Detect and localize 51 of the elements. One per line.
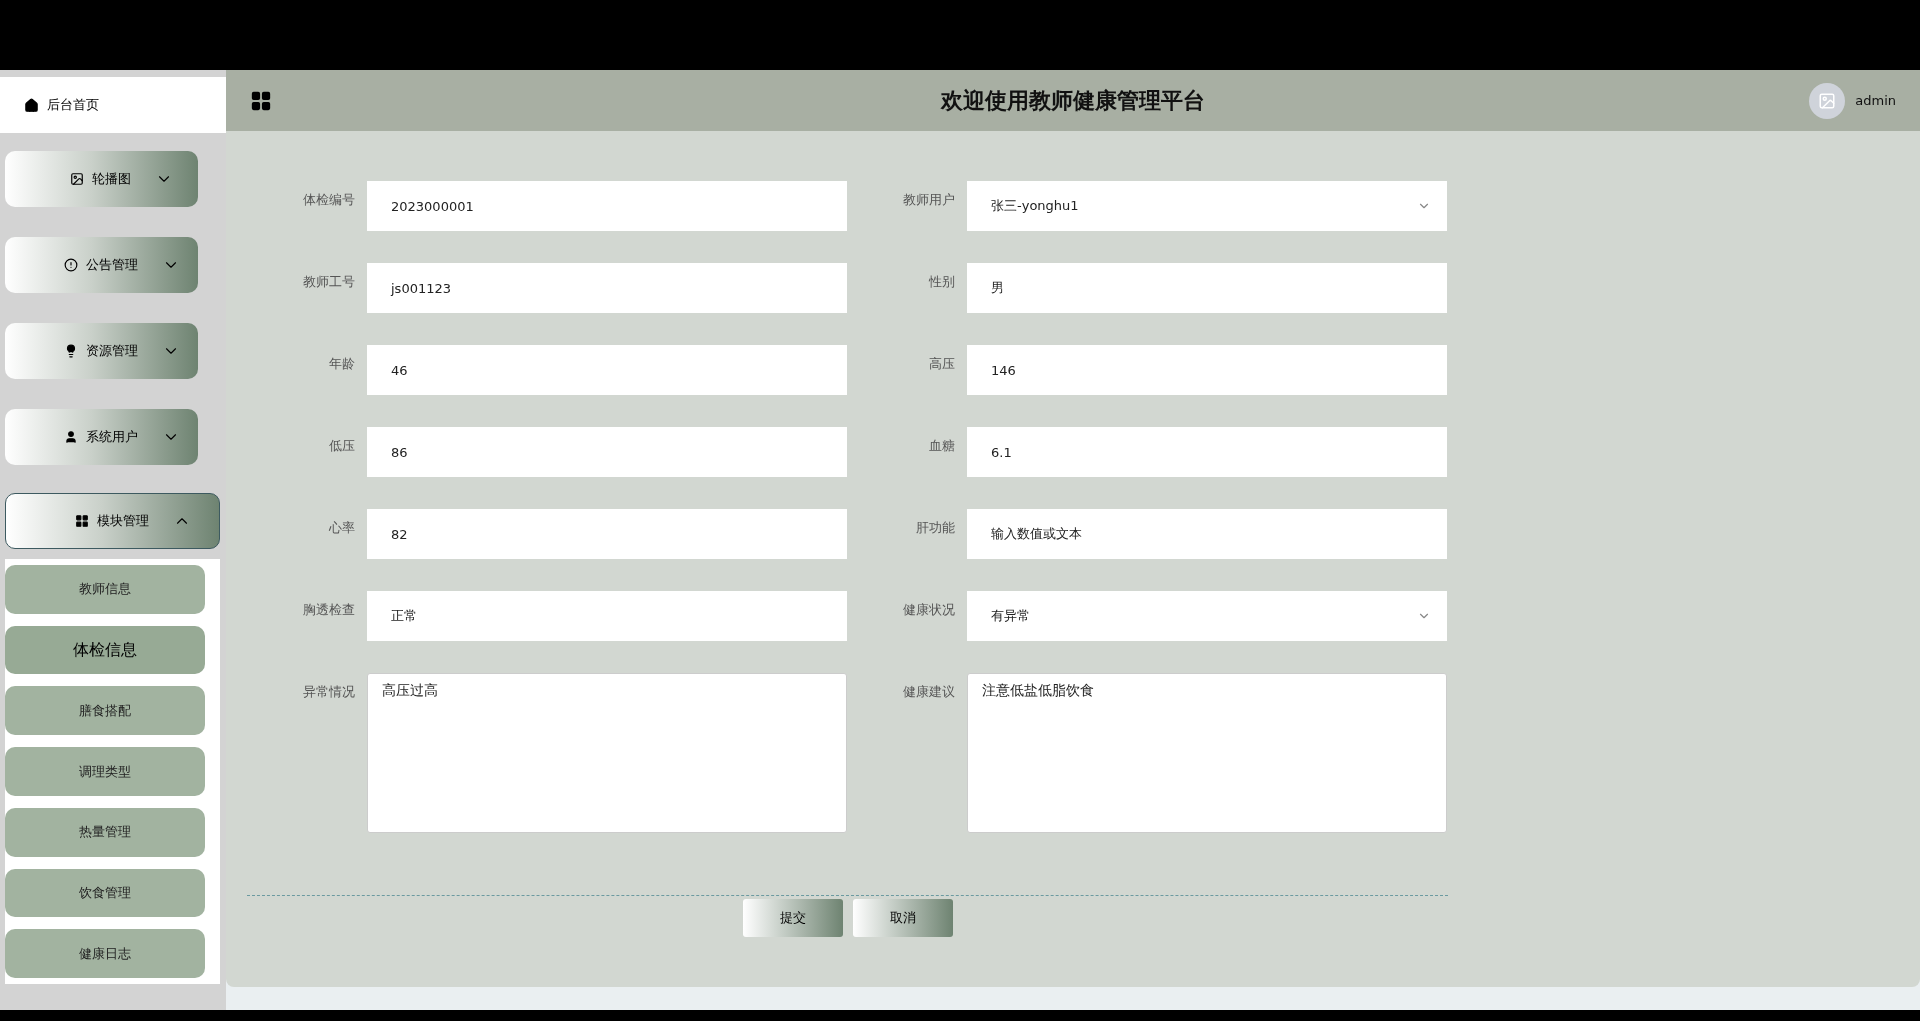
field-label: 胸透检查 <box>302 601 355 619</box>
menu-button[interactable]: 系统用户 <box>5 409 198 465</box>
select-field[interactable]: 张三-yonghu1 <box>967 181 1447 231</box>
input-field[interactable]: 82 <box>367 509 847 559</box>
submit-button[interactable]: 提交 <box>742 899 843 937</box>
field-label: 性别 <box>928 273 955 291</box>
input-field[interactable]: 46 <box>367 345 847 395</box>
image-icon <box>70 172 84 186</box>
field-label: 血糖 <box>928 437 955 455</box>
input-field[interactable]: 男 <box>967 263 1447 313</box>
input-field[interactable]: 6.1 <box>967 427 1447 477</box>
field-label: 健康状况 <box>902 601 955 619</box>
input-field[interactable]: 86 <box>367 427 847 477</box>
page-title: 欢迎使用教师健康管理平台 <box>941 86 1205 115</box>
submenu-item[interactable]: 热量管理 <box>5 807 205 857</box>
input-field[interactable]: 正常 <box>367 591 847 641</box>
home-icon <box>24 97 39 113</box>
home-link[interactable]: 后台首页 <box>0 77 226 133</box>
text-area[interactable]: 高压过高 <box>367 673 847 833</box>
text-area[interactable]: 注意低盐低脂饮食 <box>967 673 1447 833</box>
field-label: 教师工号 <box>302 273 355 291</box>
field-label: 低压 <box>328 437 355 455</box>
menu-button[interactable]: 模块管理 <box>5 493 220 549</box>
input-field[interactable]: 输入数值或文本 <box>967 509 1447 559</box>
submenu-item[interactable]: 调理类型 <box>5 747 205 796</box>
user-name: admin <box>1855 93 1896 108</box>
submenu-item[interactable]: 教师信息 <box>5 565 205 614</box>
grid-icon[interactable] <box>250 89 272 112</box>
select-field[interactable]: 有异常 <box>967 591 1447 641</box>
field-label: 心率 <box>328 519 355 537</box>
input-field[interactable]: 146 <box>967 345 1447 395</box>
submenu-item[interactable]: 膳食搭配 <box>5 686 205 736</box>
menu-button[interactable]: 资源管理 <box>5 323 198 379</box>
input-field[interactable]: 2023000001 <box>367 181 847 231</box>
menu-button[interactable]: 轮播图 <box>5 151 198 207</box>
submenu-item[interactable]: 饮食管理 <box>5 868 205 918</box>
field-label: 异常情况 <box>302 683 355 701</box>
submenu-item[interactable]: 健康日志 <box>5 929 205 979</box>
alert-circle-icon <box>63 258 78 272</box>
field-label: 健康建议 <box>902 683 955 701</box>
cancel-button[interactable]: 取消 <box>852 899 953 937</box>
grid-icon <box>74 514 89 528</box>
input-field[interactable]: js001123 <box>367 263 847 313</box>
field-label: 教师用户 <box>902 191 955 209</box>
user-icon <box>63 430 78 444</box>
submenu-item[interactable]: 体检信息 <box>5 625 205 675</box>
field-label: 年龄 <box>328 355 355 373</box>
field-label: 体检编号 <box>302 191 355 209</box>
field-label: 肝功能 <box>915 519 955 537</box>
field-label: 高压 <box>928 355 955 373</box>
menu-button[interactable]: 公告管理 <box>5 237 198 293</box>
